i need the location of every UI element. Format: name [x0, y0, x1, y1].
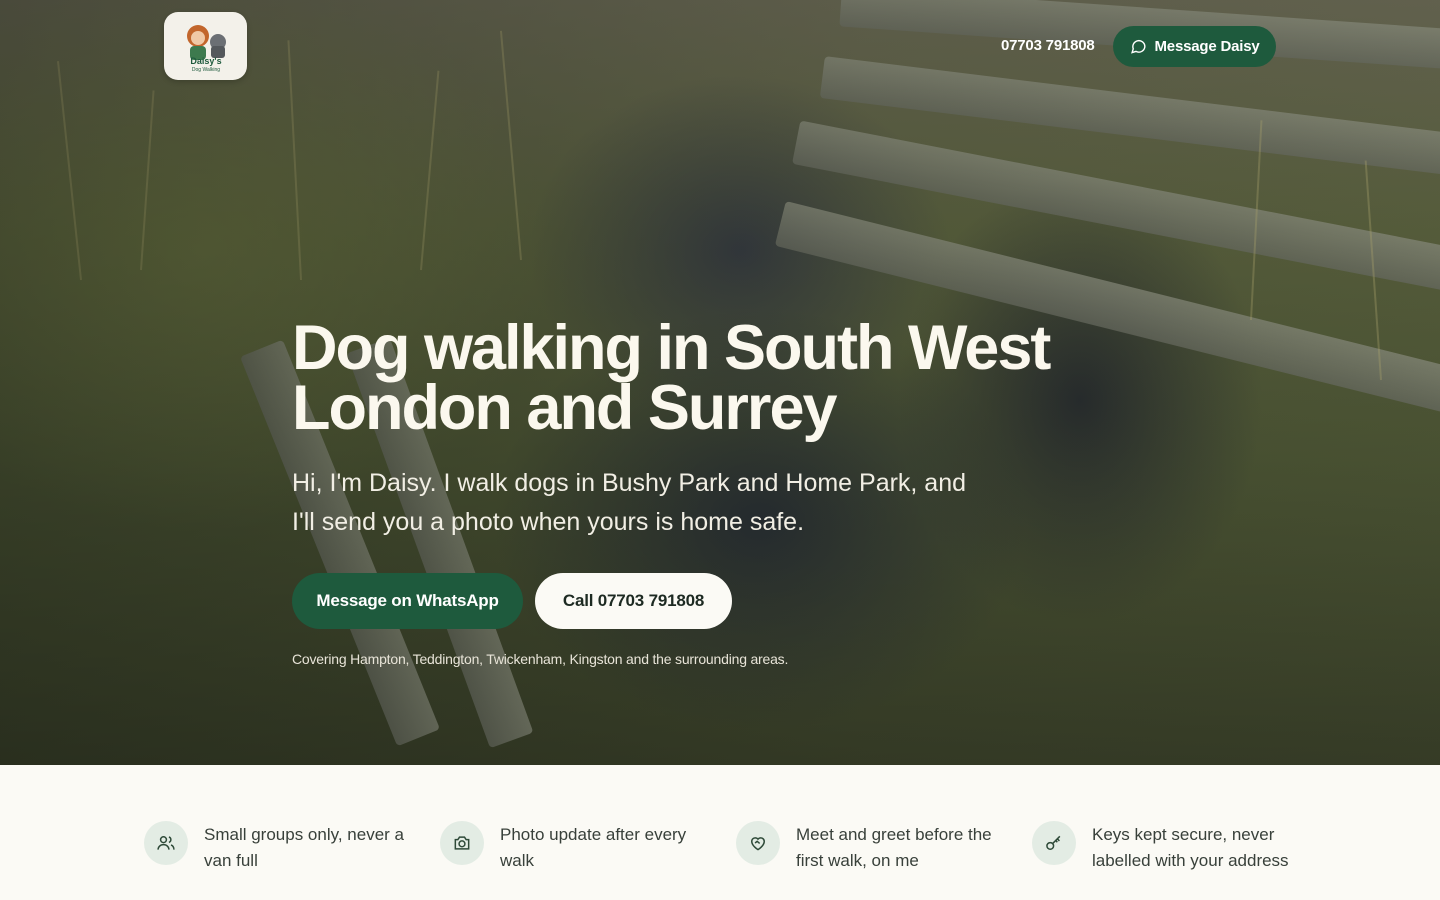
call-button[interactable]: Call 07703 791808: [535, 573, 732, 629]
users-icon: [144, 821, 188, 865]
coverage-text: Covering Hampton, Teddington, Twickenham…: [292, 651, 789, 667]
camera-icon: [440, 821, 484, 865]
feature-text: Photo update after every walk: [500, 825, 687, 870]
hero-subtitle: Hi, I'm Daisy. I walk dogs in Bushy Park…: [292, 469, 967, 536]
key-icon: [1032, 821, 1076, 865]
feature-text: Meet and greet before the first walk, on…: [796, 825, 992, 870]
site-logo[interactable]: Daisy's Dog Walking: [164, 12, 247, 80]
features-strip: Small groups only, never a van full Phot…: [0, 765, 1440, 900]
feature-item: Keys kept secure, never labelled with yo…: [1032, 821, 1312, 874]
message-daisy-label: Message Daisy: [1154, 38, 1260, 55]
hero-section: Daisy's Dog Walking 07703 791808 Message…: [0, 0, 1440, 765]
daisys-dog-walking-logo-icon: Daisy's Dog Walking: [186, 25, 226, 73]
svg-text:Dog Walking: Dog Walking: [191, 67, 219, 73]
feature-item: Photo update after every walk: [440, 821, 710, 874]
svg-text:Daisy's: Daisy's: [190, 56, 221, 66]
header-phone-link[interactable]: 07703 791808: [1001, 37, 1095, 54]
feature-text: Small groups only, never a van full: [204, 825, 405, 870]
message-daisy-button[interactable]: Message Daisy: [1113, 26, 1276, 67]
feature-text: Keys kept secure, never labelled with yo…: [1092, 825, 1289, 870]
whatsapp-chat-icon: [1130, 39, 1146, 54]
handshake-heart-icon: [736, 821, 780, 865]
feature-item: Meet and greet before the first walk, on…: [736, 821, 1006, 874]
hero-title: Dog walking in South West London and Sur…: [292, 313, 1051, 443]
feature-item: Small groups only, never a van full: [144, 821, 414, 874]
whatsapp-button[interactable]: Message on WhatsApp: [292, 573, 523, 629]
